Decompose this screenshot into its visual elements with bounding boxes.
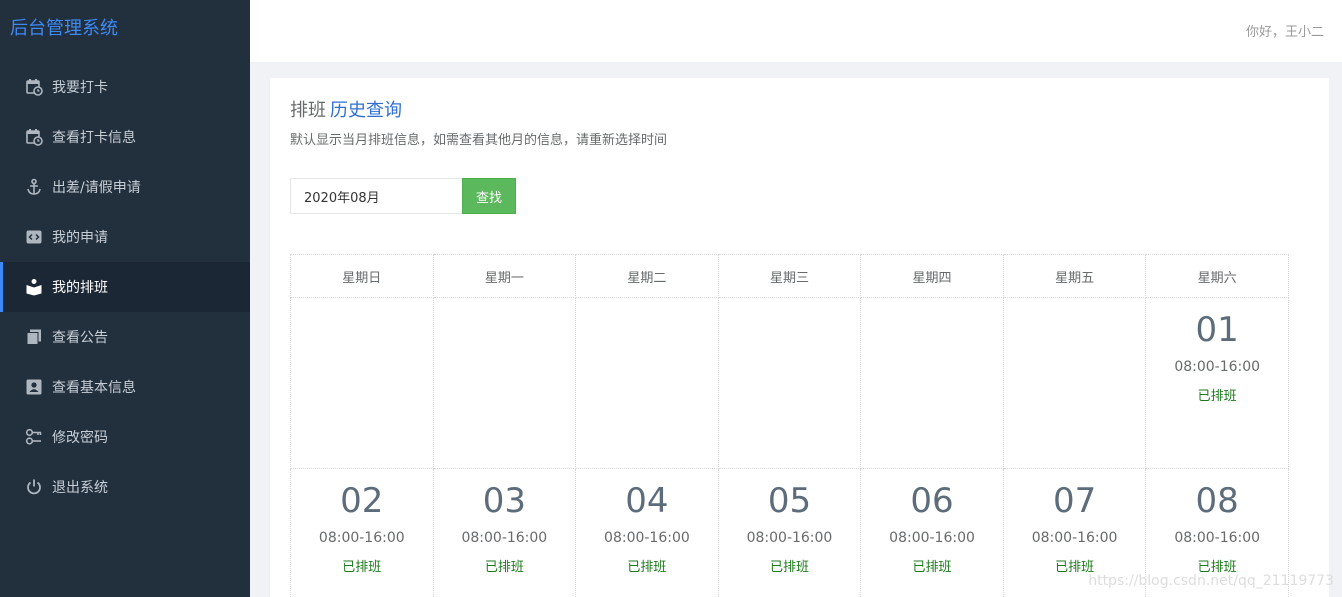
day-number: 03 (482, 481, 526, 521)
shift-time: 08:00-16:00 (746, 530, 833, 546)
calendar-empty-cell (575, 297, 719, 469)
calendar-day-cell[interactable]: 05 08:00-16:00 已排班 (717, 468, 862, 597)
calendar-empty-cell (290, 297, 434, 469)
sidebar-item-4[interactable]: 我的申请 (0, 212, 250, 262)
sidebar-item-label: 查看打卡信息 (52, 130, 136, 146)
sidebar-item-label: 我的排班 (52, 280, 108, 296)
sidebar-menu: 我要打卡查看打卡信息 出差/请假申请 我的申请我的排班查看公告查看基本信息 修改密码退… (0, 62, 250, 512)
watermark: https://blog.csdn.net/qq_21119773 (1088, 573, 1334, 589)
page-title: 排班 历史查询 (290, 96, 402, 122)
sidebar-item-8[interactable]: 修改密码 (0, 412, 250, 462)
shift-status: 已排班 (484, 560, 524, 575)
sidebar-item-2[interactable]: 查看打卡信息 (0, 112, 250, 162)
sidebar-item-label: 查看基本信息 (52, 380, 136, 396)
calendar-empty-cell (432, 297, 577, 469)
shift-time: 08:00-16:00 (461, 530, 548, 546)
shift-status: 已排班 (769, 560, 809, 575)
day-number: 04 (625, 481, 669, 521)
weekday-header: 星期五 (1002, 254, 1147, 298)
top-header: 你好，王小二 (250, 0, 1342, 62)
sidebar-item-3[interactable]: 出差/请假申请 (0, 162, 250, 212)
id-card-icon (25, 378, 43, 396)
weekday-header: 星期三 (717, 254, 862, 298)
shift-time: 08:00-16:00 (318, 530, 405, 546)
shift-time: 08:00-16:00 (1174, 530, 1261, 546)
sidebar-item-5[interactable]: 我的排班 (0, 262, 250, 312)
content-panel: 排班历史查询 默认显示当月排班信息，如需查看其他月的信息，请重新选择时间 查找 … (270, 78, 1329, 597)
sidebar-item-label: 我要打卡 (52, 80, 108, 96)
calendar-clock-icon (25, 78, 43, 96)
weekday-header-row: 星期日 星期一 星期二 星期三 星期四 星期五 星期六 (290, 254, 1289, 298)
day-number: 01 (1195, 310, 1239, 350)
calendar-empty-cell (1002, 297, 1147, 469)
page-title-prefix: 排班 (290, 100, 326, 121)
code-icon (25, 228, 43, 246)
sidebar-item-1[interactable]: 我要打卡 (0, 62, 250, 112)
shift-time: 08:00-16:00 (889, 530, 975, 546)
shift-status: 已排班 (1197, 389, 1237, 404)
sidebar-item-label: 退出系统 (52, 480, 108, 496)
anchor-icon (25, 178, 43, 196)
page-subtitle: 默认显示当月排班信息，如需查看其他月的信息，请重新选择时间 (290, 133, 668, 148)
weekday-header: 星期一 (432, 254, 577, 298)
copy-icon (25, 328, 43, 346)
shift-time: 08:00-16:00 (1031, 530, 1118, 546)
page-title-accent: 历史查询 (330, 100, 402, 121)
sidebar-item-label: 修改密码 (52, 430, 108, 446)
calendar-day-cell[interactable]: 02 08:00-16:00 已排班 (290, 468, 434, 597)
power-icon (25, 478, 43, 496)
weekday-header: 星期四 (860, 254, 1004, 298)
day-number: 07 (1052, 481, 1097, 521)
calendar-day-cell[interactable]: 06 08:00-16:00 已排班 (860, 468, 1004, 597)
shift-time: 08:00-16:00 (1174, 359, 1261, 375)
calendar-empty-cell (860, 297, 1004, 469)
calendar-day-cell[interactable]: 01 08:00-16:00 已排班 (1145, 297, 1289, 469)
sidebar-item-label: 出差/请假申请 (52, 180, 141, 196)
calendar-day-cell[interactable]: 04 08:00-16:00 已排班 (575, 468, 719, 597)
day-number: 08 (1195, 481, 1239, 521)
sidebar-item-6[interactable]: 查看公告 (0, 312, 250, 362)
shift-status: 已排班 (627, 560, 667, 575)
shift-status: 已排班 (342, 560, 382, 575)
book-reader-icon (25, 278, 43, 296)
day-number: 06 (910, 481, 954, 521)
search-button[interactable]: 查找 (462, 178, 516, 214)
day-number: 05 (767, 481, 812, 521)
weekday-header: 星期六 (1145, 254, 1289, 298)
calendar-empty-cell (717, 297, 862, 469)
sidebar: 后台管理系统 我要打卡查看打卡信息 出差/请假申请 我的申请我的排班查看公告查看基本… (0, 0, 250, 597)
sidebar-item-7[interactable]: 查看基本信息 (0, 362, 250, 412)
calendar-week-row: 01 08:00-16:00 已排班 (290, 297, 1289, 469)
brand-title[interactable]: 后台管理系统 (0, 0, 250, 60)
day-number: 02 (340, 481, 384, 521)
calendar-clock-icon (25, 128, 43, 146)
sidebar-item-label: 我的申请 (52, 230, 108, 246)
calendar-body: 01 08:00-16:00 已排班 02 08:00-16:00 已排班 03 08:00-… (290, 297, 1289, 597)
sidebar-item-label: 查看公告 (52, 330, 108, 346)
schedule-calendar: 星期日 星期一 星期二 星期三 星期四 星期五 星期六 01 08:00-16:00 已排班 02… (290, 254, 1289, 597)
shift-time: 08:00-16:00 (604, 530, 690, 546)
key-icon (25, 428, 43, 446)
calendar-day-cell[interactable]: 03 08:00-16:00 已排班 (432, 468, 577, 597)
month-input[interactable] (290, 178, 462, 214)
month-search: 查找 (290, 178, 516, 214)
weekday-header: 星期日 (290, 254, 434, 298)
shift-status: 已排班 (912, 560, 952, 575)
sidebar-item-9[interactable]: 退出系统 (0, 462, 250, 512)
weekday-header: 星期二 (575, 254, 719, 298)
user-greeting[interactable]: 你好，王小二 (1246, 21, 1324, 40)
